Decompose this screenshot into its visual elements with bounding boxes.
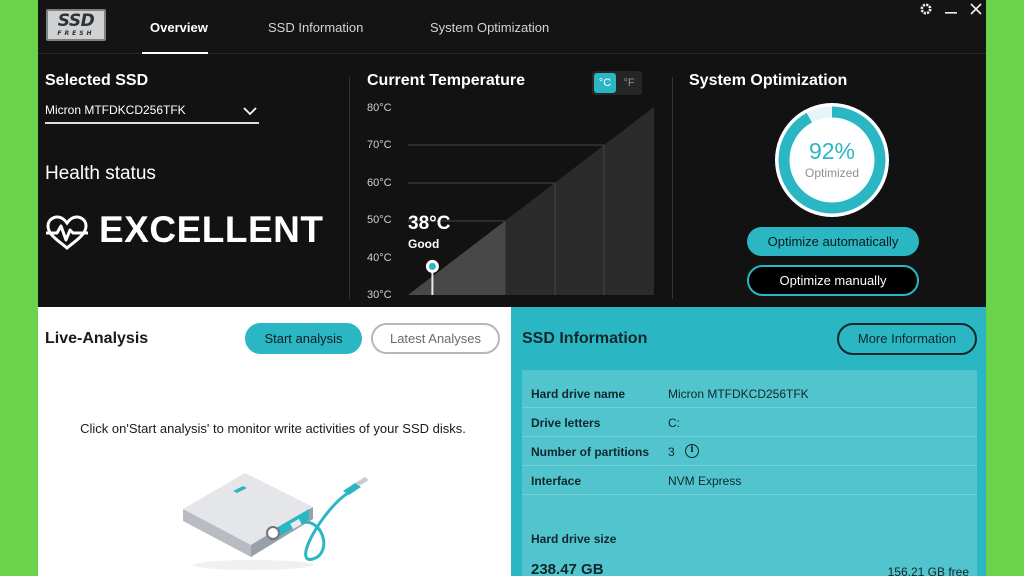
app-logo: SSD FRESH <box>46 9 106 41</box>
unit-celsius-button[interactable]: °C <box>594 73 616 93</box>
info-value: NVM Express <box>668 474 742 488</box>
info-icon[interactable]: i <box>685 444 699 458</box>
health-status-value: EXCELLENT <box>99 209 324 250</box>
active-tab-underline <box>142 52 208 54</box>
health-status-label: Health status <box>45 163 156 184</box>
ssd-information-panel: SSD Information More Information Hard dr… <box>511 307 986 576</box>
ssd-dropdown[interactable]: Micron MTFDKCD256TFK <box>45 100 259 124</box>
info-value: 3 <box>668 445 675 459</box>
live-analysis-message: Click on'Start analysis' to monitor writ… <box>80 421 466 436</box>
more-information-button[interactable]: More Information <box>837 323 977 355</box>
temp-tick-label: 80°C <box>367 102 392 114</box>
temperature-gauge-chart <box>408 107 654 295</box>
current-temperature-title: Current Temperature <box>367 72 525 89</box>
table-row: Number of partitions 3 i <box>522 437 977 466</box>
info-key: Interface <box>531 474 582 488</box>
heart-pulse-icon <box>45 215 89 256</box>
panel-divider <box>349 77 350 299</box>
ssd-fresh-window: SSD FRESH Overview SSD Information Syste… <box>38 0 986 576</box>
table-row: Interface NVM Express <box>522 466 977 495</box>
logo-text-bottom: FRESH <box>57 30 95 37</box>
tab-overview[interactable]: Overview <box>150 20 208 35</box>
temperature-status: Good <box>408 237 440 251</box>
overview-top-panels: Selected SSD Micron MTFDKCD256TFK Health… <box>38 55 986 307</box>
hard-drive-size-label: Hard drive size <box>531 532 617 546</box>
temp-tick-label: 60°C <box>367 177 392 189</box>
tab-system-optimization[interactable]: System Optimization <box>430 20 549 35</box>
tab-ssd-information[interactable]: SSD Information <box>268 20 363 35</box>
latest-analyses-button[interactable]: Latest Analyses <box>371 323 500 354</box>
temp-tick-label: 70°C <box>367 139 392 151</box>
chevron-down-icon <box>243 103 257 121</box>
live-analysis-title: Live-Analysis <box>45 330 149 347</box>
temp-tick-label: 40°C <box>367 252 392 264</box>
temp-marker-center <box>428 262 436 270</box>
close-icon[interactable] <box>968 2 984 18</box>
info-key: Number of partitions <box>531 445 650 459</box>
table-row: Drive letters C: <box>522 408 977 437</box>
optimize-automatically-button[interactable]: Optimize automatically <box>747 227 919 256</box>
info-key: Drive letters <box>531 416 601 430</box>
info-value: Micron MTFDKCD256TFK <box>668 387 809 401</box>
header-bar: SSD FRESH Overview SSD Information Syste… <box>38 0 986 54</box>
gear-icon[interactable] <box>918 2 934 18</box>
table-row: Hard drive name Micron MTFDKCD256TFK <box>522 379 977 408</box>
unit-fahrenheit-button[interactable]: °F <box>618 73 640 93</box>
temp-tick-label: 50°C <box>367 214 392 226</box>
temperature-value: 38°C <box>408 213 451 234</box>
minimize-icon[interactable] <box>943 2 959 18</box>
optimization-percent: 92% <box>808 138 856 164</box>
optimize-manually-button[interactable]: Optimize manually <box>747 265 919 296</box>
selected-ssd-title: Selected SSD <box>45 72 149 89</box>
ssd-information-title: SSD Information <box>522 330 648 347</box>
info-value: C: <box>668 416 680 430</box>
hard-drive-size-value: 238.47 GB <box>531 561 604 576</box>
ssd-drive-illustration <box>183 473 369 570</box>
live-analysis-panel: Live-Analysis Start analysis Latest Anal… <box>38 307 511 576</box>
panel-divider <box>672 77 673 299</box>
temp-range-area <box>408 107 654 295</box>
optimization-label: Optimized <box>804 166 860 180</box>
temp-tick-label: 30°C <box>367 289 392 301</box>
ssd-info-table: Hard drive name Micron MTFDKCD256TFK Dri… <box>522 370 977 576</box>
start-analysis-button[interactable]: Start analysis <box>245 323 362 354</box>
logo-text-top: SSD <box>57 11 95 31</box>
info-key: Hard drive name <box>531 387 626 401</box>
system-optimization-title: System Optimization <box>689 72 848 89</box>
hard-drive-free-space: 156.21 GB free <box>887 565 969 576</box>
ssd-dropdown-value: Micron MTFDKCD256TFK <box>45 103 186 117</box>
temperature-unit-toggle: °C °F <box>592 71 642 95</box>
